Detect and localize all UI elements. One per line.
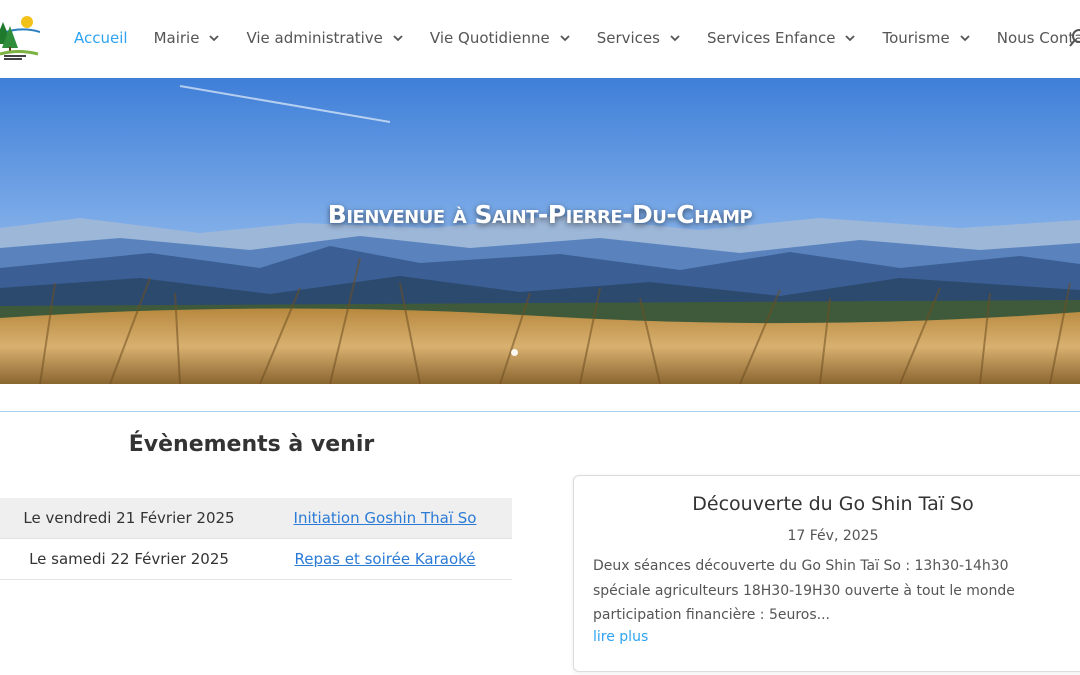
nav-item-label: Vie Quotidienne — [429, 29, 550, 47]
site-header: Accueil Mairie Vie administrative Vie Quoti… — [0, 0, 1080, 78]
event-date: Le vendredi 21 Février 2025 — [23, 509, 235, 527]
chevron-down-icon — [209, 35, 220, 42]
nav-item-label: Accueil — [74, 29, 128, 47]
nav-item-vie-administrative[interactable]: Vie administrative — [246, 29, 403, 47]
table-row: Le vendredi 21 Février 2025 Initiation G… — [0, 498, 512, 539]
nav-item-label: Services Enfance — [706, 29, 836, 47]
nav-item-tourisme[interactable]: Tourisme — [882, 29, 970, 47]
news-card: Découverte du Go Shin Taï So 17 Fév, 202… — [573, 475, 1080, 672]
nav-item-services-enfance[interactable]: Services Enfance — [707, 29, 856, 47]
chevron-down-icon — [560, 35, 570, 42]
nav-item-label: Tourisme — [882, 29, 950, 47]
nav-item-accueil[interactable]: Accueil — [74, 29, 128, 47]
events-title: Évènements à venir — [128, 432, 375, 457]
news-excerpt: Deux séances découverte du Go Shin Taï S… — [593, 558, 1015, 623]
read-more-link[interactable]: lire plus — [593, 629, 648, 645]
section-divider — [0, 411, 1080, 412]
search-icon[interactable] — [1069, 28, 1080, 48]
nav-item-nous-contacter[interactable]: Nous Contacter — [997, 29, 1080, 47]
hero-title: Bienvenue à Saint-Pierre-Du-Champ — [327, 200, 753, 229]
main-navigation: Accueil Mairie Vie administrative Vie Quoti… — [74, 26, 1080, 50]
hero-background-image — [0, 78, 1080, 384]
nav-item-vie-quotidienne[interactable]: Vie Quotidienne — [430, 29, 571, 47]
table-row: Le samedi 22 Février 2025 Repas et soiré… — [0, 539, 512, 580]
nav-item-label: Nous Contacter — [996, 29, 1080, 47]
event-link[interactable]: Repas et soirée Karaoké — [258, 550, 512, 568]
news-date: 17 Fév, 2025 — [787, 528, 879, 544]
nav-item-mairie[interactable]: Mairie — [154, 29, 221, 47]
village-logo[interactable] — [0, 14, 40, 62]
hero-banner: Bienvenue à Saint-Pierre-Du-Champ — [0, 78, 1080, 384]
chevron-down-icon — [845, 35, 856, 42]
nav-item-label: Services — [596, 29, 660, 47]
chevron-down-icon — [393, 35, 403, 42]
nav-item-services[interactable]: Services — [597, 29, 681, 47]
slider-dot[interactable] — [511, 349, 518, 356]
event-date: Le samedi 22 Février 2025 — [29, 550, 229, 568]
nav-item-label: Mairie — [153, 29, 200, 47]
chevron-down-icon — [960, 35, 970, 42]
event-link[interactable]: Initiation Goshin Thaï So — [258, 509, 512, 527]
nav-item-label: Vie administrative — [246, 29, 383, 47]
chevron-down-icon — [670, 35, 680, 42]
events-table: Le vendredi 21 Février 2025 Initiation G… — [0, 498, 512, 580]
news-title[interactable]: Découverte du Go Shin Taï So — [574, 493, 1080, 515]
